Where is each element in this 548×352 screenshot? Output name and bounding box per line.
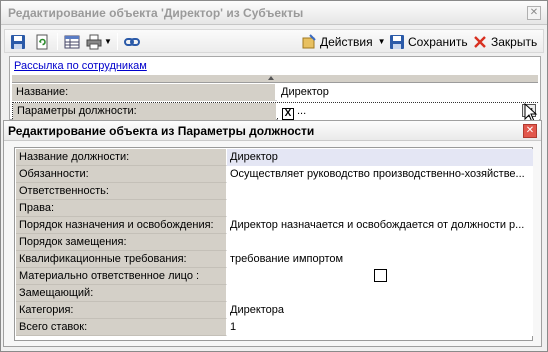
grid-row-category[interactable]: Категория: Директора bbox=[16, 302, 533, 319]
close-x-icon bbox=[472, 34, 488, 50]
dialog-close-button[interactable]: ✕ bbox=[523, 124, 537, 138]
refresh-icon bbox=[34, 34, 50, 50]
grid-row-appointment-order[interactable]: Порядок назначения и освобождения: Дирек… bbox=[16, 217, 533, 234]
table-toolbar-button[interactable] bbox=[64, 33, 80, 50]
dialog-title-bar: Редактирование объекта из Параметры долж… bbox=[4, 121, 541, 141]
property-value[interactable]: X... bbox=[278, 103, 539, 120]
actions-chevron-down-icon: ▼ bbox=[377, 37, 386, 46]
property-value[interactable]: Директор bbox=[277, 84, 538, 101]
print-dropdown-chevron-icon[interactable]: ▼ bbox=[104, 37, 112, 46]
print-icon bbox=[86, 34, 102, 50]
row-value[interactable] bbox=[227, 200, 533, 217]
property-row-selected[interactable]: Параметры должности: X... ··· bbox=[12, 102, 539, 120]
close-label: Закрыть bbox=[491, 34, 538, 49]
row-value[interactable]: Директора bbox=[227, 302, 533, 319]
mailing-link[interactable]: Рассылка по сотрудникам bbox=[14, 60, 147, 72]
row-value[interactable] bbox=[227, 285, 533, 302]
row-value[interactable] bbox=[227, 268, 533, 285]
row-label: Всего ставок: bbox=[16, 319, 226, 336]
property-label: Название: bbox=[12, 84, 275, 101]
link-toolbar-button[interactable] bbox=[124, 33, 140, 50]
title-bar: Редактирование объекта 'Директор' из Суб… bbox=[1, 1, 547, 25]
refresh-toolbar-button[interactable] bbox=[34, 33, 50, 50]
grid-header bbox=[12, 75, 538, 83]
close-button[interactable]: Закрыть bbox=[472, 33, 537, 50]
grid-row-responsibility[interactable]: Ответственность: bbox=[16, 183, 533, 200]
grid-row-qualification[interactable]: Квалификационные требования: требование … bbox=[16, 251, 533, 268]
row-value[interactable]: 1 bbox=[227, 319, 533, 336]
actions-menu-button[interactable]: Действия ▼ bbox=[301, 33, 386, 50]
row-value[interactable]: Осуществляет руководство производственно… bbox=[227, 166, 533, 183]
save-button[interactable]: Сохранить bbox=[389, 33, 468, 50]
grid-row-duties[interactable]: Обязанности: Осуществляет руководство пр… bbox=[16, 166, 533, 183]
window-title: Редактирование объекта 'Директор' из Суб… bbox=[8, 6, 304, 20]
row-label: Права: bbox=[16, 200, 226, 217]
grid-row-substitute[interactable]: Замещающий: bbox=[16, 285, 533, 302]
row-value[interactable] bbox=[227, 183, 533, 200]
liable-person-checkbox[interactable] bbox=[374, 269, 387, 282]
row-label: Материально ответственное лицо : bbox=[16, 268, 226, 285]
print-toolbar-button[interactable]: ▼ bbox=[86, 33, 112, 50]
row-label: Обязанности: bbox=[16, 166, 226, 183]
grid-row-rights[interactable]: Права: bbox=[16, 200, 533, 217]
row-value[interactable] bbox=[227, 234, 533, 251]
sort-up-icon[interactable] bbox=[268, 76, 274, 80]
actions-label: Действия bbox=[320, 34, 373, 49]
edit-parameters-dialog: Редактирование объекта из Параметры долж… bbox=[3, 120, 542, 347]
property-label: Параметры должности: bbox=[13, 103, 276, 120]
row-label: Порядок замещения: bbox=[16, 234, 226, 251]
grid-row-position-name[interactable]: Название должности: Директор bbox=[16, 149, 533, 166]
row-label: Замещающий: bbox=[16, 285, 226, 302]
row-value[interactable]: требование импортом bbox=[227, 251, 533, 268]
clear-x-icon[interactable]: X bbox=[282, 108, 294, 120]
dialog-property-grid: Название должности: Директор Обязанности… bbox=[14, 147, 533, 341]
toolbar: ▼ Действия ▼ Сохранить Закрыть bbox=[4, 29, 544, 53]
row-label: Ответственность: bbox=[16, 183, 226, 200]
row-value[interactable]: Директор назначается и освобождается от … bbox=[227, 217, 533, 234]
row-label: Порядок назначения и освобождения: bbox=[16, 217, 226, 234]
table-icon bbox=[64, 34, 80, 50]
grid-row-liable-person[interactable]: Материально ответственное лицо : bbox=[16, 268, 533, 285]
object-properties-panel: Рассылка по сотрудникам Название: Директ… bbox=[9, 56, 541, 120]
actions-icon bbox=[301, 33, 317, 50]
grid-row-total-rates[interactable]: Всего ставок: 1 bbox=[16, 319, 533, 336]
save-label: Сохранить bbox=[408, 34, 468, 49]
floppy-save-icon bbox=[389, 34, 405, 50]
save-toolbar-button[interactable] bbox=[10, 33, 26, 50]
grid-row-substitution-order[interactable]: Порядок замещения: bbox=[16, 234, 533, 251]
link-icon bbox=[124, 34, 140, 50]
row-label: Квалификационные требования: bbox=[16, 251, 226, 268]
toolbar-separator bbox=[117, 33, 118, 50]
floppy-save-icon bbox=[10, 34, 26, 50]
row-label: Категория: bbox=[16, 302, 226, 319]
property-row[interactable]: Название: Директор bbox=[12, 84, 538, 101]
row-label: Название должности: bbox=[16, 149, 226, 166]
property-value-text: ... bbox=[297, 105, 307, 117]
row-value[interactable]: Директор bbox=[227, 149, 533, 166]
dialog-title: Редактирование объекта из Параметры долж… bbox=[8, 124, 315, 138]
toolbar-separator bbox=[57, 33, 58, 50]
window-close-button[interactable]: ✕ bbox=[527, 6, 541, 20]
